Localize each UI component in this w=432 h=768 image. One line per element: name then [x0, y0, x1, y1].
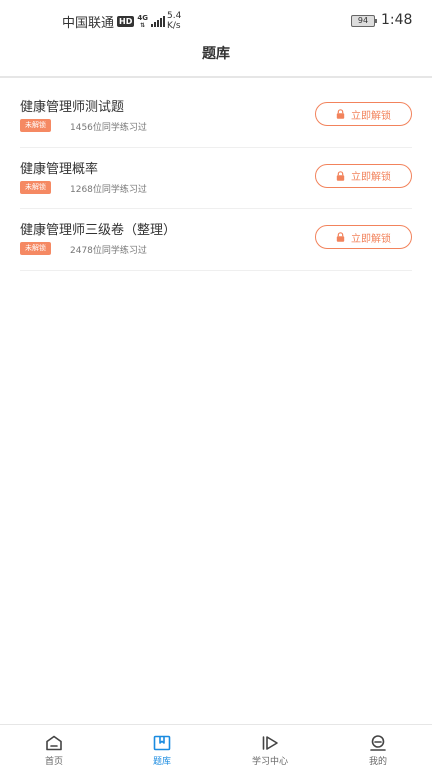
- hd-icon: HD: [117, 16, 135, 27]
- home-icon: [44, 734, 64, 752]
- carrier-name: 中国联通: [62, 16, 115, 31]
- signal-icon: [150, 16, 165, 27]
- network-4g-icon: 4G ⇅: [137, 13, 148, 29]
- speed-value: 5.4: [167, 11, 182, 21]
- item-title: 健康管理师三级卷（整理）: [20, 223, 177, 238]
- play-icon: [260, 734, 280, 752]
- status-bar: 中国联通 HD 4G ⇅ 5.4 K/s 94 1:48: [0, 0, 432, 40]
- lock-icon: [336, 232, 345, 242]
- learner-count: 1268位同学练习过: [70, 184, 147, 195]
- question-bank-list: 健康管理师测试题 未解锁 1456位同学练习过 立即解锁 健康管理概率 未解锁 …: [20, 86, 412, 271]
- battery-icon: 94: [351, 15, 377, 27]
- profile-icon: [368, 734, 388, 752]
- item-title: 健康管理师测试题: [20, 100, 125, 115]
- question-bank-icon: [152, 734, 172, 752]
- network-speed: 5.4 K/s: [167, 11, 181, 31]
- tab-question-bank[interactable]: 题库: [108, 725, 216, 768]
- unlock-button[interactable]: 立即解锁: [315, 163, 412, 188]
- list-item[interactable]: 健康管理概率 未解锁 1268位同学练习过 立即解锁: [20, 148, 412, 209]
- tab-label: 我的: [368, 757, 387, 767]
- locked-badge: 未解锁: [20, 119, 51, 132]
- unlock-label: 立即解锁: [351, 172, 391, 183]
- bottom-tab-bar: 首页 题库 学习中心 我的: [0, 724, 432, 768]
- tab-label: 题库: [152, 757, 171, 767]
- locked-badge: 未解锁: [20, 180, 51, 194]
- unlock-label: 立即解锁: [351, 110, 391, 122]
- locked-badge: 未解锁: [20, 242, 51, 255]
- unlock-label: 立即解锁: [351, 233, 391, 245]
- header-divider: [0, 76, 432, 78]
- tab-label: 首页: [44, 757, 63, 767]
- page-title: 题库: [202, 46, 230, 62]
- tab-label: 学习中心: [251, 757, 288, 767]
- tab-study-center[interactable]: 学习中心: [216, 725, 324, 768]
- carrier-info: 中国联通 HD 4G ⇅: [62, 12, 165, 31]
- list-item[interactable]: 健康管理师三级卷（整理） 未解锁 2478位同学练习过 立即解锁: [20, 209, 412, 271]
- lock-icon: [336, 109, 345, 119]
- lock-icon: [336, 170, 345, 181]
- learner-count: 2478位同学练习过: [70, 246, 147, 256]
- tab-profile[interactable]: 我的: [324, 725, 432, 768]
- clock: 1:48: [381, 12, 413, 28]
- network-type: 4G: [137, 13, 148, 22]
- list-item[interactable]: 健康管理师测试题 未解锁 1456位同学练习过 立即解锁: [20, 86, 412, 148]
- tab-home[interactable]: 首页: [0, 725, 108, 768]
- unlock-button[interactable]: 立即解锁: [315, 225, 412, 249]
- speed-unit: K/s: [167, 21, 181, 31]
- item-title: 健康管理概率: [20, 161, 99, 177]
- learner-count: 1456位同学练习过: [70, 123, 147, 133]
- battery-level: 94: [357, 16, 369, 25]
- unlock-button[interactable]: 立即解锁: [315, 102, 412, 126]
